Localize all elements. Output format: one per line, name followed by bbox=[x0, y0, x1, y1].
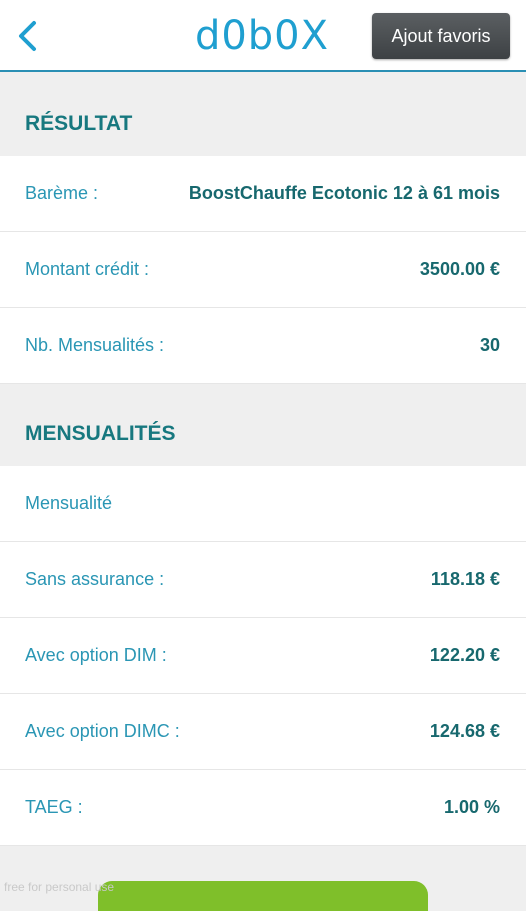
result-section-title: RÉSULTAT bbox=[0, 86, 526, 162]
row-value: 3500.00 € bbox=[419, 259, 500, 279]
installment-row-dim: Avec option DIM : 122.20 € bbox=[0, 618, 526, 694]
app-logo: d0b0X bbox=[194, 13, 330, 59]
row-label: Barème : bbox=[25, 183, 99, 203]
installment-row-dimc: Avec option DIMC : 124.68 € bbox=[0, 694, 526, 770]
row-label: Avec option DIM : bbox=[25, 645, 167, 665]
add-favorite-button[interactable]: Ajout favoris bbox=[372, 13, 510, 59]
chevron-left-icon bbox=[19, 21, 36, 51]
row-label: Nb. Mensualités : bbox=[25, 335, 165, 355]
result-row-count: Nb. Mensualités : 30 bbox=[0, 308, 526, 384]
installment-row-header: Mensualité bbox=[0, 466, 526, 542]
row-label: Montant crédit : bbox=[25, 259, 150, 279]
row-label: Sans assurance : bbox=[25, 569, 165, 589]
row-value: 1.00 % bbox=[443, 797, 500, 817]
app-header: d0b0X Ajout favoris bbox=[0, 0, 526, 72]
result-row-bareme: Barème : BoostChauffe Ecotonic 12 à 61 m… bbox=[0, 156, 526, 232]
result-row-amount: Montant crédit : 3500.00 € bbox=[0, 232, 526, 308]
row-label: Avec option DIMC : bbox=[25, 721, 180, 741]
row-value: 124.68 € bbox=[429, 721, 500, 741]
installments-section-title: MENSUALITÉS bbox=[0, 396, 526, 472]
watermark-text: free for personal use bbox=[4, 880, 115, 894]
row-value: 30 bbox=[479, 335, 500, 355]
row-value: BoostChauffe Ecotonic 12 à 61 mois bbox=[188, 183, 500, 203]
row-value: 122.20 € bbox=[429, 645, 500, 665]
action-button[interactable] bbox=[98, 881, 428, 911]
installment-row-no-insurance: Sans assurance : 118.18 € bbox=[0, 542, 526, 618]
installment-row-taeg: TAEG : 1.00 % bbox=[0, 770, 526, 846]
row-label: TAEG : bbox=[25, 797, 83, 817]
row-label: Mensualité bbox=[25, 493, 113, 513]
back-button[interactable] bbox=[10, 14, 44, 58]
row-value: 118.18 € bbox=[430, 569, 500, 589]
